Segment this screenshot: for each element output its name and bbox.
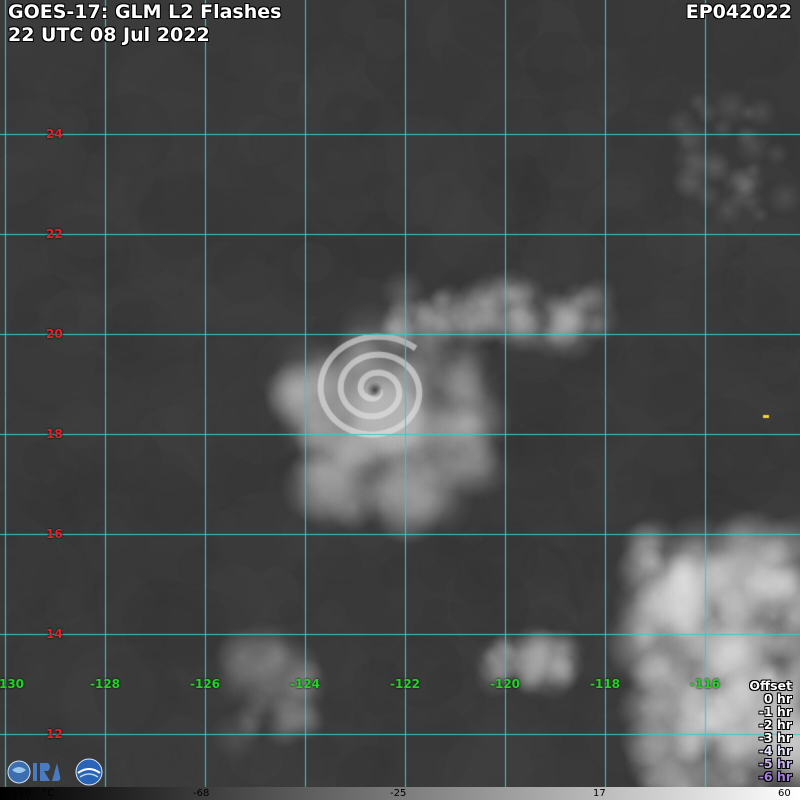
lon-label: -126 — [189, 677, 221, 691]
lon-label: -130 — [0, 677, 25, 691]
lon-label: -118 — [589, 677, 621, 691]
colorbar-label-3: -25 — [390, 788, 407, 799]
lon-label: -122 — [389, 677, 421, 691]
product-title: GOES-17: GLM L2 Flashes — [8, 1, 282, 23]
colorbar-label-max: 60 — [778, 788, 791, 799]
lat-label: 16 — [46, 527, 63, 541]
lat-label: 14 — [46, 627, 63, 641]
offset-legend: Offset 0 hr -1 hr -2 hr -3 hr -4 hr -5 hr -6 h… — [749, 679, 792, 783]
lon-label: -120 — [489, 677, 521, 691]
rammb-logo-icon — [75, 758, 103, 786]
colorbar-label-2: -68 — [193, 788, 210, 799]
lon-label: -128 — [89, 677, 121, 691]
lat-label: 12 — [46, 727, 63, 741]
colorbar-label-unit: °C — [42, 788, 54, 799]
lat-label: 20 — [46, 327, 63, 341]
offset-legend-item: -6 hr — [758, 769, 792, 784]
colorbar-label-min: -110 — [8, 788, 31, 799]
datetime-label: 22 UTC 08 Jul 2022 — [8, 24, 210, 46]
colorbar-label-4: 17 — [593, 788, 606, 799]
lat-label: 22 — [46, 227, 63, 241]
cira-logo-icon — [7, 760, 61, 784]
lon-label: -116 — [689, 677, 721, 691]
lat-label: 24 — [46, 127, 63, 141]
lat-label: 18 — [46, 427, 63, 441]
lon-label: -124 — [289, 677, 321, 691]
storm-id: EP042022 — [685, 1, 792, 23]
